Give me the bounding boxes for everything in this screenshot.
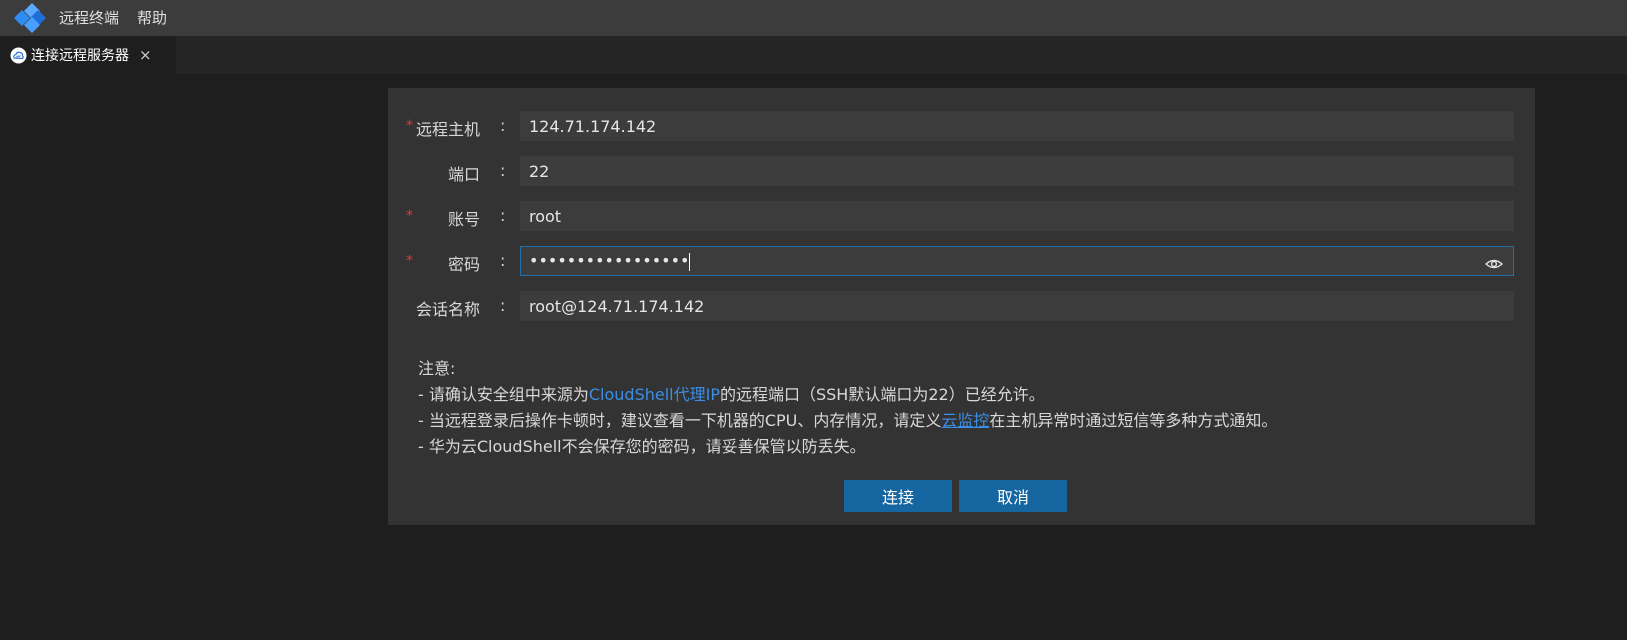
cancel-button[interactable]: 取消	[959, 480, 1067, 512]
menu-help[interactable]: 帮助	[128, 0, 176, 36]
show-password-eye-icon[interactable]	[1484, 253, 1504, 269]
cloud-link-icon	[10, 47, 27, 64]
account-row: * 账号 :	[388, 201, 1535, 231]
port-label: 端口	[448, 165, 481, 184]
required-mark: *	[406, 118, 413, 134]
note-line-3: - 华为云CloudShell不会保存您的密码，请妥善保管以防丢失。	[418, 437, 866, 456]
port-input[interactable]	[520, 156, 1514, 186]
required-mark: *	[406, 253, 413, 269]
colon: :	[500, 161, 506, 180]
app-logo-icon	[10, 0, 50, 36]
tab-bar: 连接远程服务器 ×	[0, 36, 1627, 74]
notes-title: 注意:	[418, 359, 456, 378]
colon: :	[500, 116, 506, 135]
cloudshell-proxy-ip-link[interactable]: CloudShell代理IP	[589, 385, 720, 404]
text-cursor	[689, 252, 691, 271]
account-label: 账号	[448, 210, 481, 229]
tab-connect-remote-server[interactable]: 连接远程服务器 ×	[0, 36, 176, 74]
session-name-input[interactable]	[520, 291, 1514, 321]
cloud-monitor-link[interactable]: 云监控	[941, 411, 989, 430]
password-label: 密码	[448, 255, 481, 274]
note-line-2: - 当远程登录后操作卡顿时，建议查看一下机器的CPU、内存情况，请定义云监控在主…	[418, 408, 1277, 434]
note-text: - 请确认安全组中来源为	[418, 385, 589, 404]
note-text: 在主机异常时通过短信等多种方式通知。	[989, 411, 1278, 430]
connect-button[interactable]: 连接	[844, 480, 952, 512]
notes-block: 注意: - 请确认安全组中来源为CloudShell代理IP的远程端口（SSH默…	[418, 356, 1277, 460]
host-input[interactable]	[520, 111, 1514, 141]
colon: :	[500, 296, 506, 315]
note-line-1: - 请确认安全组中来源为CloudShell代理IP的远程端口（SSH默认端口为…	[418, 382, 1277, 408]
menubar: 远程终端 帮助	[0, 0, 1627, 36]
password-value: •••••••••••••••••	[529, 251, 690, 270]
required-mark: *	[406, 208, 413, 224]
session-label: 会话名称	[416, 300, 481, 319]
port-row: 端口 :	[388, 156, 1535, 186]
tab-label: 连接远程服务器	[31, 48, 129, 64]
account-input[interactable]	[520, 201, 1514, 231]
session-row: 会话名称 :	[388, 291, 1535, 321]
colon: :	[500, 251, 506, 270]
password-row: * 密码 : •••••••••••••••••	[388, 246, 1535, 276]
password-input[interactable]: •••••••••••••••••	[520, 246, 1514, 276]
tab-close-icon[interactable]: ×	[139, 46, 152, 64]
host-label: 远程主机	[416, 120, 481, 139]
menu-remote-terminal[interactable]: 远程终端	[50, 0, 128, 36]
colon: :	[500, 206, 506, 225]
host-row: * 远程主机 :	[388, 111, 1535, 141]
note-text: - 当远程登录后操作卡顿时，建议查看一下机器的CPU、内存情况，请定义	[418, 411, 942, 430]
connect-form-panel: * 远程主机 : 端口 : * 账号 : * 密码 : ••••••••••••…	[388, 88, 1535, 525]
note-text: 的远程端口（SSH默认端口为22）已经允许。	[719, 385, 1045, 404]
